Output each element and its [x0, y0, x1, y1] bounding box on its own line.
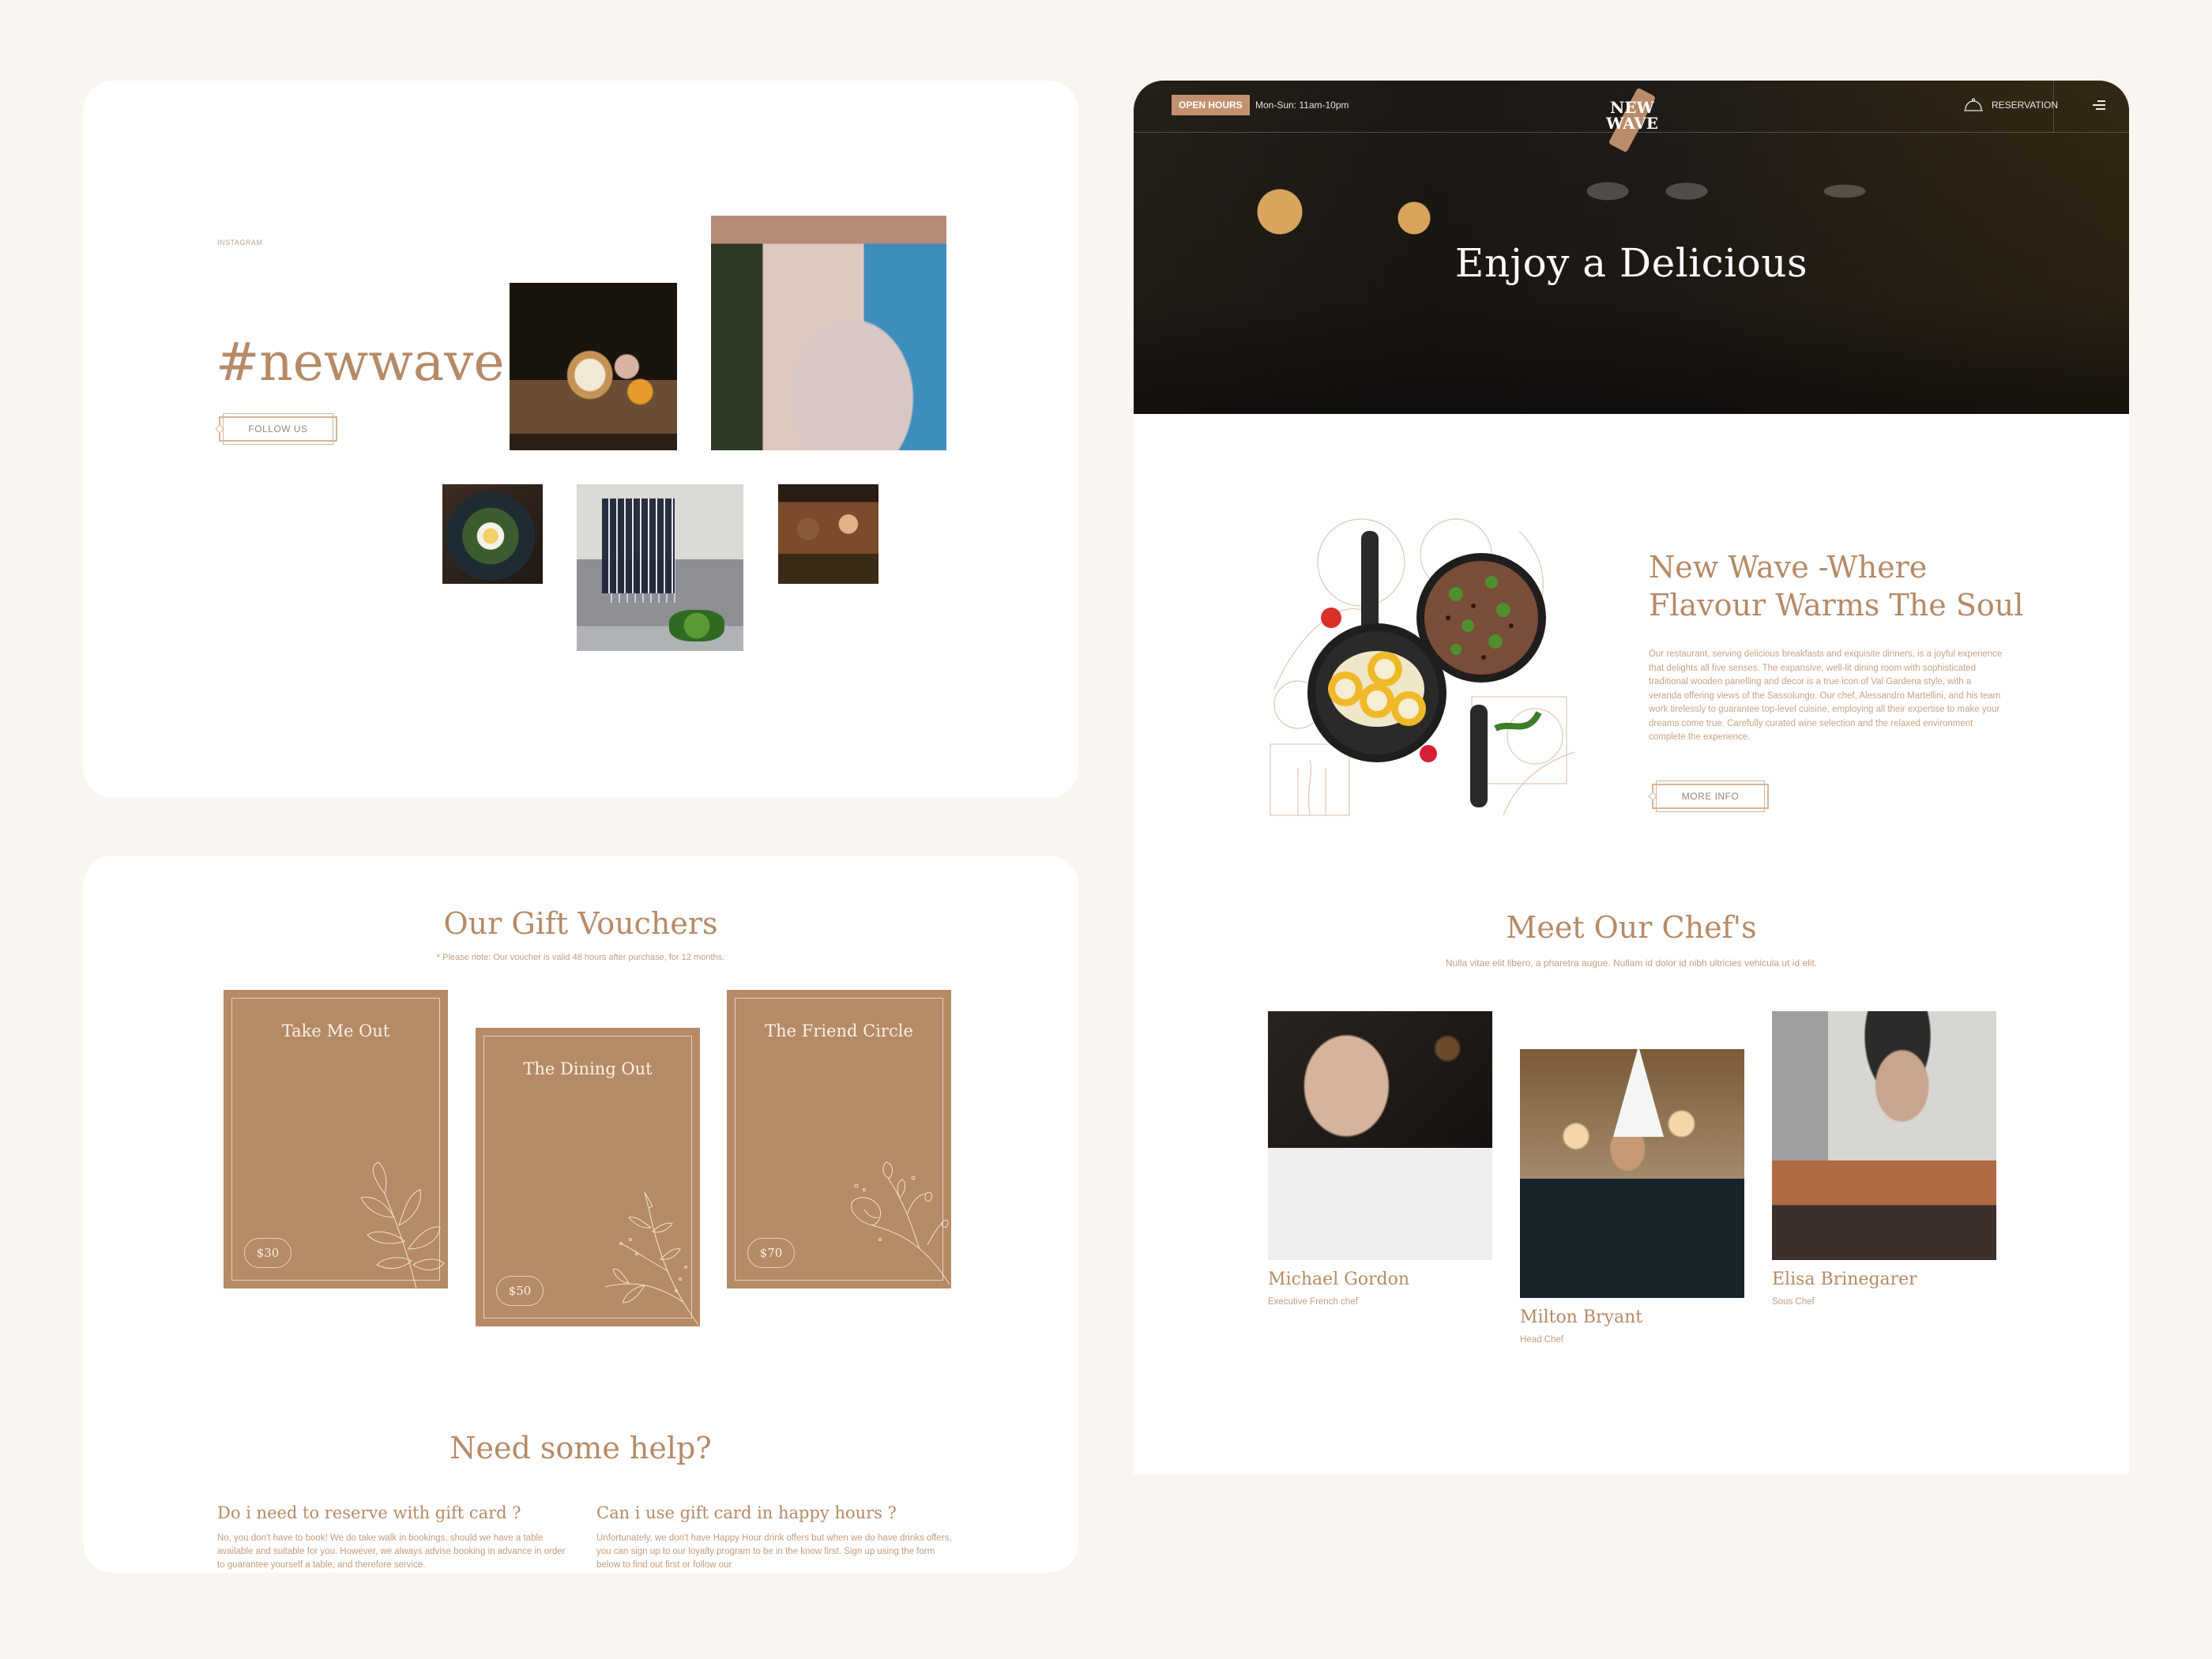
instagram-label: INSTAGRAM: [217, 239, 263, 246]
chef-name: Michael Gordon: [1268, 1270, 1410, 1289]
vouchers-title: Our Gift Vouchers: [443, 906, 718, 941]
top-nav: OPEN HOURS Mon-Sun: 11am-10pm NEW WAVE R…: [1134, 81, 2129, 153]
homepage-panel: OPEN HOURS Mon-Sun: 11am-10pm NEW WAVE R…: [1134, 81, 2129, 1474]
faq-item: Can i use gift card in happy hours ? Unf…: [596, 1503, 952, 1572]
help-title: Need some help?: [450, 1431, 712, 1465]
chef-photo[interactable]: [1520, 1049, 1744, 1298]
chef-role: Head Chef: [1520, 1335, 1563, 1345]
about-text: Our restaurant, serving delicious breakf…: [1649, 649, 2003, 742]
about-title-line-2: Flavour Warms The Soul: [1649, 588, 2024, 623]
chef-card: Michael Gordon Executive French chef: [1268, 1011, 1492, 1307]
follow-us-button[interactable]: FOLLOW US: [219, 413, 337, 445]
open-hours-badge: OPEN HOURS: [1172, 95, 1250, 115]
faq-answer: Unfortunately, we don't have Happy Hour …: [596, 1533, 952, 1570]
faq-question[interactable]: Do i need to reserve with gift card ?: [217, 1503, 573, 1522]
chefs-title: Meet Our Chef's: [1506, 910, 1757, 945]
reservation-label: RESERVATION: [1992, 100, 2059, 111]
voucher-title: The Friend Circle: [765, 1021, 913, 1040]
chef-role: Executive French chef: [1268, 1297, 1358, 1307]
logo-line-2: WAVE: [1605, 114, 1658, 133]
logo-line-1: NEW: [1610, 98, 1654, 117]
hashtag-heading: #newwave: [216, 332, 505, 393]
chef-plating-photo[interactable]: [577, 484, 743, 651]
chef-photo[interactable]: [1772, 1011, 1996, 1260]
reservation-link[interactable]: RESERVATION: [1963, 93, 2058, 117]
voucher-title: The Dining Out: [523, 1059, 653, 1078]
chef-name: Elisa Brinegarer: [1772, 1270, 1917, 1289]
leaf-branch-icon: [360, 1161, 445, 1288]
gift-vouchers-panel: Our Gift Vouchers * Please note: Our vou…: [83, 856, 1078, 1573]
chef-card: Elisa Brinegarer Sous Chef: [1772, 1011, 1996, 1307]
flower-bouquet-icon: [851, 1161, 950, 1285]
friends-toasting-photo[interactable]: [778, 484, 878, 584]
hero-title: Enjoy a Delicious: [1454, 240, 1808, 286]
voucher-price[interactable]: $70: [747, 1238, 795, 1268]
terrace-dining-photo[interactable]: [711, 216, 946, 450]
herb-sprig-icon: [604, 1191, 699, 1326]
instagram-panel: INSTAGRAM #newwave FOLLOW US: [83, 81, 1078, 798]
eggs-dish-photo[interactable]: [442, 484, 543, 584]
voucher-price[interactable]: $30: [244, 1238, 292, 1268]
cloche-icon: [1964, 98, 1983, 111]
vouchers-note: * Please note: Our voucher is valid 48 h…: [436, 953, 725, 962]
voucher-price[interactable]: $50: [496, 1276, 544, 1306]
chef-card: Milton Bryant Head Chef: [1520, 1049, 1744, 1345]
voucher-title: Take Me Out: [281, 1021, 390, 1040]
brand-logo[interactable]: NEW WAVE: [1598, 87, 1666, 153]
skillet-dishes-illustration: [1270, 518, 1575, 816]
voucher-card[interactable]: The Friend Circle $70: [727, 990, 951, 1288]
faq-item: Do i need to reserve with gift card ? No…: [217, 1503, 573, 1572]
nav-divider: [2053, 81, 2054, 133]
chef-role: Sous Chef: [1772, 1297, 1815, 1307]
hero-overlay: [1134, 295, 2129, 414]
more-info-button[interactable]: MORE INFO: [1652, 781, 1769, 812]
faq-answer: No, you don't have to book! We do take w…: [217, 1533, 566, 1570]
chefs-subtitle: Nulla vitae elit libero, a pharetra augu…: [1445, 957, 1818, 969]
chef-name: Milton Bryant: [1520, 1307, 1643, 1327]
hamburger-menu-icon[interactable]: [2091, 98, 2105, 112]
faq-question[interactable]: Can i use gift card in happy hours ?: [596, 1503, 952, 1522]
about-title-line-1: New Wave -Where: [1649, 550, 1928, 585]
hero-banner: OPEN HOURS Mon-Sun: 11am-10pm NEW WAVE R…: [1134, 81, 2129, 414]
chef-photo[interactable]: [1268, 1011, 1492, 1260]
dessert-photo[interactable]: [510, 283, 677, 450]
open-hours-text: Mon-Sun: 11am-10pm: [1255, 100, 1349, 111]
voucher-card[interactable]: The Dining Out $50: [476, 1028, 700, 1326]
voucher-card[interactable]: Take Me Out $30: [224, 990, 448, 1288]
about-title: New Wave -Where Flavour Warms The Soul: [1649, 548, 2023, 624]
